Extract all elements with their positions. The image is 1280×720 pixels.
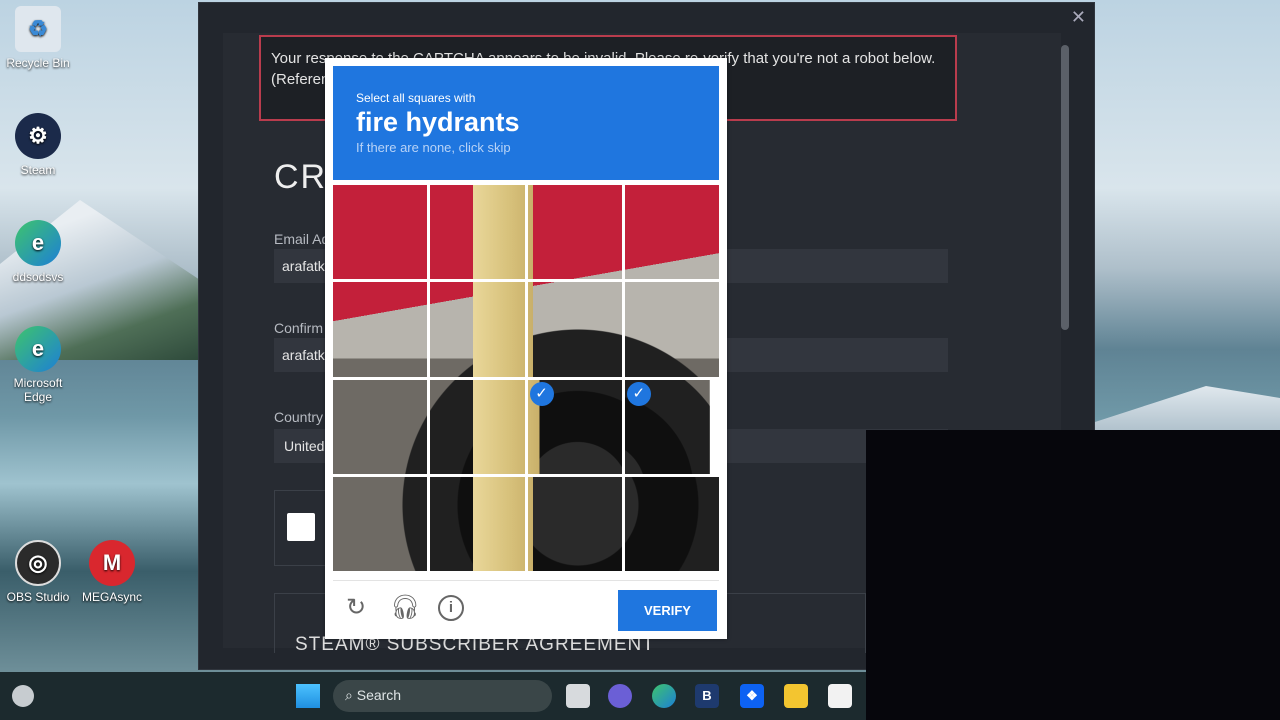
- desktop-icon-ddsodsvs[interactable]: e ddsodsvs: [0, 220, 76, 284]
- captcha-tile[interactable]: [527, 282, 622, 377]
- recaptcha-checkbox[interactable]: [287, 513, 315, 541]
- challenge-header: Select all squares with fire hydrants If…: [333, 66, 719, 180]
- search-icon: ⌕: [345, 687, 357, 703]
- verify-button[interactable]: VERIFY: [618, 590, 717, 631]
- edge-icon[interactable]: [652, 684, 676, 708]
- taskbar: ⌕ Search B ❖: [0, 672, 866, 720]
- desktop-icon-recycle-bin[interactable]: ♻ Recycle Bin: [0, 6, 76, 70]
- recycle-bin-icon: ♻: [15, 6, 61, 52]
- close-button[interactable]: ✕: [1071, 7, 1086, 28]
- captcha-tile[interactable]: [333, 476, 428, 571]
- weather-icon[interactable]: [12, 685, 34, 707]
- captcha-tile[interactable]: [430, 282, 525, 377]
- desktop-icon-steam[interactable]: ⚙ Steam: [0, 113, 76, 177]
- captcha-tile[interactable]: [333, 282, 428, 377]
- black-overlay: [866, 430, 1280, 720]
- country-label: Country: [274, 409, 324, 425]
- captcha-tile[interactable]: ✓: [527, 379, 622, 474]
- captcha-tile[interactable]: [430, 379, 525, 474]
- file-explorer-icon[interactable]: [784, 684, 808, 708]
- captcha-tile[interactable]: [527, 476, 622, 571]
- check-icon: ✓: [626, 381, 651, 406]
- desktop-icon-edge[interactable]: e Microsoft Edge: [0, 326, 76, 404]
- challenge-target: fire hydrants: [356, 107, 520, 137]
- captcha-tile[interactable]: [624, 185, 719, 280]
- start-button[interactable]: [296, 684, 320, 708]
- email-label: Email Ad: [274, 231, 330, 247]
- confirm-email-label: Confirm: [274, 320, 324, 336]
- steam-icon: ⚙: [15, 113, 61, 159]
- edge-icon: e: [15, 326, 61, 372]
- recaptcha-challenge: Select all squares with fire hydrants If…: [325, 58, 727, 639]
- taskbar-search[interactable]: ⌕ Search: [333, 680, 552, 712]
- captcha-tile[interactable]: [333, 379, 428, 474]
- b-app-icon[interactable]: B: [695, 684, 719, 708]
- captcha-tile[interactable]: [527, 185, 622, 280]
- store-icon[interactable]: [828, 684, 852, 708]
- headphones-icon[interactable]: 🎧︎: [390, 595, 420, 621]
- teams-icon[interactable]: [608, 684, 632, 708]
- desktop-icon-megasync[interactable]: M MEGAsync: [74, 540, 150, 604]
- captcha-tile[interactable]: ✓: [624, 379, 719, 474]
- scrollbar[interactable]: [1061, 45, 1069, 330]
- dropbox-icon[interactable]: ❖: [740, 684, 764, 708]
- edge-icon: e: [15, 220, 61, 266]
- image-grid: ✓ ✓: [333, 185, 719, 571]
- mega-icon: M: [89, 540, 135, 586]
- captcha-tile[interactable]: [624, 282, 719, 377]
- info-icon[interactable]: i: [438, 595, 464, 621]
- obs-icon: ◎: [15, 540, 61, 586]
- desktop-icon-obs[interactable]: ◎ OBS Studio: [0, 540, 76, 604]
- refresh-icon[interactable]: ↻: [343, 595, 369, 621]
- captcha-tile[interactable]: [624, 476, 719, 571]
- task-view-icon[interactable]: [566, 684, 590, 708]
- captcha-tile[interactable]: [430, 476, 525, 571]
- captcha-tile[interactable]: [333, 185, 428, 280]
- check-icon: ✓: [529, 381, 554, 406]
- captcha-tile[interactable]: [430, 185, 525, 280]
